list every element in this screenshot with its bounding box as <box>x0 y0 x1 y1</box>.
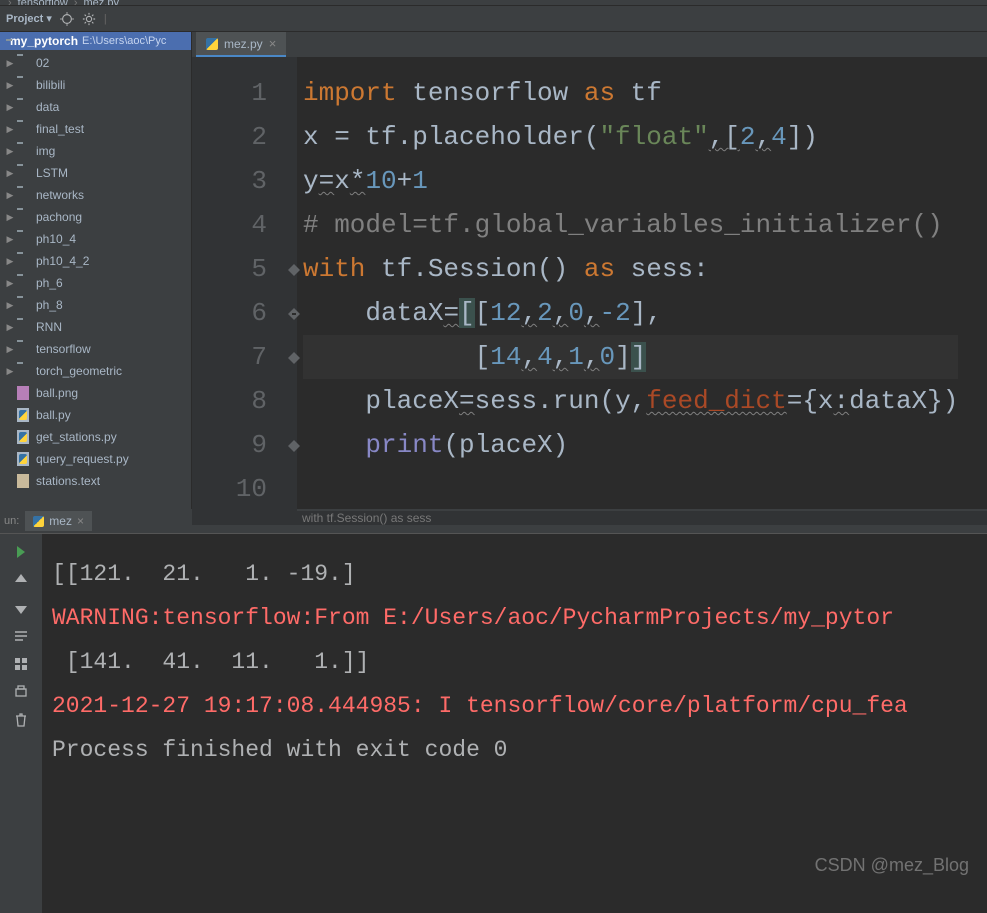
run-tab-mez[interactable]: mez × <box>25 511 92 531</box>
expand-arrow-icon[interactable]: ▶ <box>6 80 14 91</box>
tree-item-label: 02 <box>36 56 49 70</box>
run-tab-label: mez <box>49 514 72 528</box>
fold-marker-icon[interactable] <box>287 263 301 277</box>
python-file-icon <box>206 38 218 50</box>
tree-folder[interactable]: ▶ final_test <box>0 118 191 140</box>
run-label: un: <box>4 515 25 527</box>
expand-arrow-icon[interactable]: ▶ <box>6 366 14 377</box>
tree-folder[interactable]: ▶ RNN <box>0 316 191 338</box>
tree-folder[interactable]: ▶ LSTM <box>0 162 191 184</box>
tree-item-label: ball.py <box>36 408 71 422</box>
tree-folder[interactable]: ▶ ph_6 <box>0 272 191 294</box>
tree-folder[interactable]: ▶ img <box>0 140 191 162</box>
print-icon[interactable] <box>13 684 29 700</box>
tree-item-label: tensorflow <box>36 342 91 356</box>
project-sidebar[interactable]: my_pytorch E:\Users\aoc\Pyc ▶ 02 ▶ bilibili… <box>0 32 192 509</box>
tree-item-label: ph10_4 <box>36 232 76 246</box>
tree-folder[interactable]: ▶ torch_geometric <box>0 360 191 382</box>
target-icon[interactable] <box>60 12 74 26</box>
editor-tabs: mez.py × <box>192 32 987 57</box>
tree-item-label: ball.png <box>36 386 78 400</box>
tab-label: mez.py <box>224 37 263 51</box>
rerun-icon[interactable] <box>13 544 29 560</box>
tree-folder[interactable]: ▶ ph_8 <box>0 294 191 316</box>
expand-arrow-icon[interactable]: ▶ <box>6 234 14 245</box>
tree-file[interactable]: get_stations.py <box>0 426 191 448</box>
close-icon[interactable]: × <box>77 514 84 528</box>
tree-folder[interactable]: ▶ networks <box>0 184 191 206</box>
expand-arrow-icon[interactable]: ▶ <box>6 58 14 69</box>
trash-icon[interactable] <box>13 712 29 728</box>
tree-item-label: ph10_4_2 <box>36 254 89 268</box>
expand-arrow-icon[interactable]: ▶ <box>6 124 14 135</box>
expand-arrow-icon[interactable]: ▶ <box>6 322 14 333</box>
tree-folder[interactable]: ▶ ph10_4_2 <box>0 250 191 272</box>
tree-item-label: pachong <box>36 210 82 224</box>
tree-item-label: LSTM <box>36 166 68 180</box>
tree-folder[interactable]: ▶ data <box>0 96 191 118</box>
python-file-icon <box>17 452 29 466</box>
python-file-icon <box>17 430 29 444</box>
project-path: E:\Users\aoc\Pyc <box>82 35 166 47</box>
gear-icon[interactable] <box>82 12 96 26</box>
project-toolbar: Project ▾ | <box>0 6 987 32</box>
tree-item-label: torch_geometric <box>36 364 122 378</box>
tab-mez-py[interactable]: mez.py × <box>196 32 286 57</box>
console-action-bar <box>0 534 42 913</box>
soft-wrap-icon[interactable] <box>13 628 29 644</box>
tree-item-label: bilibili <box>36 78 65 92</box>
fold-marker-icon[interactable] <box>287 439 301 453</box>
down-arrow-icon[interactable] <box>13 600 29 616</box>
tree-folder[interactable]: ▶ pachong <box>0 206 191 228</box>
fold-marker-icon[interactable] <box>287 307 301 321</box>
code-editor[interactable]: 1 2 3 4 5 6 7 8 9 10 import tensorflow a… <box>192 57 987 511</box>
project-root[interactable]: my_pytorch E:\Users\aoc\Pyc <box>0 32 191 50</box>
tree-folder[interactable]: ▶ tensorflow <box>0 338 191 360</box>
tree-item-label: final_test <box>36 122 84 136</box>
tree-file[interactable]: stations.text <box>0 470 191 492</box>
project-dropdown[interactable]: Project ▾ <box>6 12 52 25</box>
tree-item-label: ph_6 <box>36 276 63 290</box>
project-name: my_pytorch <box>10 34 78 48</box>
tree-folder[interactable]: ▶ bilibili <box>0 74 191 96</box>
python-file-icon <box>33 516 44 527</box>
scroll-end-icon[interactable] <box>13 656 29 672</box>
tree-item-label: img <box>36 144 55 158</box>
expand-arrow-icon[interactable]: ▶ <box>6 146 14 157</box>
expand-arrow-icon[interactable]: ▶ <box>6 168 14 179</box>
tree-item-label: get_stations.py <box>36 430 117 444</box>
image-file-icon <box>17 386 29 400</box>
close-icon[interactable]: × <box>269 36 277 51</box>
expand-arrow-icon[interactable]: ▶ <box>6 344 14 355</box>
expand-arrow-icon[interactable]: ▶ <box>6 300 14 311</box>
tree-item-label: query_request.py <box>36 452 129 466</box>
tree-folder[interactable]: ▶ ph10_4 <box>0 228 191 250</box>
python-file-icon <box>17 408 29 422</box>
tree-item-label: RNN <box>36 320 62 334</box>
code-content[interactable]: import tensorflow as tfx = tf.placeholde… <box>297 57 958 511</box>
toolbar-divider: | <box>104 13 107 25</box>
tree-file[interactable]: ball.png <box>0 382 191 404</box>
expand-arrow-icon[interactable]: ▶ <box>6 256 14 267</box>
expand-arrow-icon[interactable]: ▶ <box>6 190 14 201</box>
tree-item-label: ph_8 <box>36 298 63 312</box>
text-file-icon <box>17 474 29 488</box>
up-arrow-icon[interactable] <box>13 572 29 588</box>
tree-item-label: networks <box>36 188 84 202</box>
code-breadcrumb[interactable]: with tf.Session() as sess <box>192 511 987 525</box>
line-gutter: 1 2 3 4 5 6 7 8 9 10 <box>192 57 297 511</box>
tree-file[interactable]: query_request.py <box>0 448 191 470</box>
watermark: CSDN @mez_Blog <box>815 855 969 876</box>
tree-item-label: data <box>36 100 59 114</box>
tree-folder[interactable]: ▶ 02 <box>0 52 191 74</box>
tree-item-label: stations.text <box>36 474 100 488</box>
fold-marker-icon[interactable] <box>287 351 301 365</box>
expand-arrow-icon[interactable]: ▶ <box>6 212 14 223</box>
expand-arrow-icon[interactable]: ▶ <box>6 102 14 113</box>
tree-file[interactable]: ball.py <box>0 404 191 426</box>
expand-arrow-icon[interactable]: ▶ <box>6 278 14 289</box>
